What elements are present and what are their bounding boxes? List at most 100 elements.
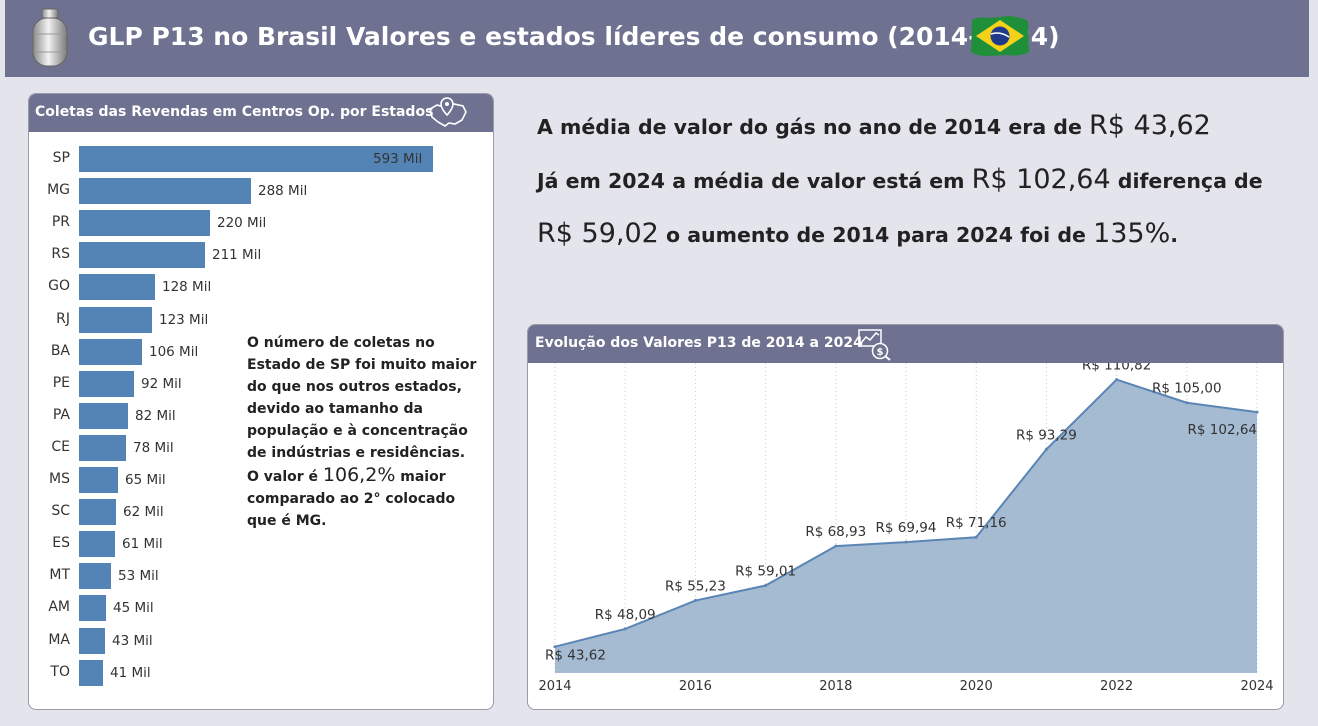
- bar-value-label: 65 Mil: [125, 472, 166, 488]
- bar-category-label: BA: [50, 342, 70, 359]
- bar-category-label: PR: [51, 214, 70, 231]
- bar-category-label: MS: [49, 471, 70, 487]
- x-tick-2014: 2014: [538, 679, 571, 694]
- bar-rj[interactable]: [79, 306, 152, 333]
- svg-text:$: $: [877, 347, 884, 358]
- summary-2014-value: R$ 43,62: [1089, 110, 1211, 141]
- summary-line-3-end: .: [1170, 223, 1179, 247]
- price-summary: A média de valor do gás no ano de 2014 e…: [537, 110, 1297, 272]
- bar-category-label: GO: [48, 278, 70, 295]
- summary-line-2-text: Já em 2024 a média de valor está em: [537, 169, 965, 193]
- bar-sc[interactable]: [79, 499, 116, 526]
- summary-difference-value: R$ 59,02: [537, 218, 659, 249]
- bar-am[interactable]: [79, 595, 106, 622]
- bar-value-label: 211 Mil: [212, 247, 262, 264]
- bar-value-label: 128 Mil: [162, 279, 212, 296]
- bar-row-es: ES 61 Mil: [29, 531, 493, 558]
- bar-row-am: AM 45 Mil: [29, 595, 493, 622]
- bar-category-label: RJ: [56, 310, 70, 327]
- bar-category-label: PA: [52, 406, 70, 423]
- summary-line-2-suffix: diferença de: [1117, 169, 1263, 193]
- sp-note-valor-value: 106,2%: [322, 464, 396, 486]
- summary-increase-pct: 135%: [1093, 218, 1171, 249]
- sp-note-valor-prefix: O valor é: [247, 469, 319, 485]
- price-evolution-header: Evolução dos Valores P13 de 2014 a 2024 …: [528, 325, 1283, 363]
- bar-value-label: 288 Mil: [258, 183, 308, 200]
- sp-note-text: O número de coletas no Estado de SP foi …: [247, 335, 477, 461]
- x-tick-2016: 2016: [679, 679, 712, 694]
- bar-value-label: 220 Mil: [217, 215, 267, 232]
- area-chart: R$ 43,62 R$ 48,09 R$ 55,23 R$ 59,01 R$ 68,93…: [538, 363, 1274, 694]
- bar-rs[interactable]: [79, 242, 205, 269]
- bar-value-label: 106 Mil: [149, 343, 199, 360]
- data-label-2019: R$ 69,94: [876, 520, 937, 536]
- data-point-2020: [974, 535, 978, 539]
- data-point-2024: [1255, 410, 1259, 414]
- bar-category-label: MG: [47, 182, 70, 199]
- data-point-2018: [834, 544, 838, 548]
- bar-row-rs: RS 211 Mil: [29, 242, 493, 269]
- data-point-2019: [904, 540, 908, 544]
- data-label-2023: R$ 105,00: [1152, 381, 1222, 397]
- data-label-2017: R$ 59,01: [735, 564, 796, 580]
- summary-2024-value: R$ 102,64: [971, 164, 1111, 195]
- bar-value-label: 45 Mil: [113, 600, 154, 617]
- bar-pa[interactable]: [79, 402, 128, 429]
- bar-ma[interactable]: [79, 627, 105, 654]
- bar-value-label: 43 Mil: [112, 632, 153, 649]
- x-tick-2018: 2018: [819, 679, 852, 694]
- page-header: GLP P13 no Brasil Valores e estados líde…: [5, 0, 1309, 77]
- price-evolution-title: Evolução dos Valores P13 de 2014 a 2024: [535, 335, 863, 351]
- bar-value-label: 53 Mil: [118, 568, 159, 585]
- bar-category-label: CE: [51, 438, 70, 455]
- bar-row-to: TO 41 Mil: [29, 659, 493, 686]
- bar-category-label: AM: [48, 599, 70, 616]
- bar-to[interactable]: [79, 659, 103, 686]
- data-point-2017: [764, 584, 768, 588]
- gas-cylinder-icon: [32, 8, 68, 67]
- bar-ms[interactable]: [79, 467, 118, 493]
- bar-value-label: 62 Mil: [123, 504, 164, 521]
- data-point-2016: [693, 599, 697, 603]
- bar-category-label: RS: [51, 246, 70, 263]
- summary-line-1-text: A média de valor do gás no ano de 2014 e…: [537, 115, 1082, 139]
- bar-pe[interactable]: [79, 370, 134, 397]
- bar-ba[interactable]: [79, 338, 142, 365]
- summary-line-1: A média de valor do gás no ano de 2014 e…: [537, 110, 1297, 164]
- x-tick-2024: 2024: [1240, 679, 1273, 694]
- data-label-2022: R$ 110,82: [1082, 363, 1152, 374]
- summary-line-2: Já em 2024 a média de valor está em R$ 1…: [537, 164, 1297, 218]
- bar-category-label: ES: [52, 535, 70, 552]
- x-tick-2022: 2022: [1100, 679, 1133, 694]
- bar-row-mt: MT 53 Mil: [29, 563, 493, 590]
- bar-category-label: MT: [49, 567, 70, 584]
- bar-ce[interactable]: [79, 434, 126, 461]
- bar-category-label: TO: [50, 663, 70, 680]
- bar-row-ma: MA 43 Mil: [29, 627, 493, 654]
- bar-value-label: 61 Mil: [122, 536, 163, 553]
- data-label-2021: R$ 93,29: [1016, 427, 1077, 443]
- summary-line-3-text: o aumento de 2014 para 2024 foi de: [665, 223, 1086, 247]
- bar-pr[interactable]: [79, 210, 210, 237]
- bar-mt[interactable]: [79, 563, 111, 590]
- data-point-2015: [623, 627, 627, 631]
- data-point-2023: [1185, 401, 1189, 405]
- data-label-2014: R$ 43,62: [545, 648, 606, 664]
- state-collections-header: Coletas das Revendas em Centros Op. por …: [29, 94, 493, 132]
- data-label-2016: R$ 55,23: [665, 579, 726, 595]
- bar-category-label: MA: [48, 631, 70, 648]
- bar-value-label: 41 Mil: [110, 664, 151, 681]
- data-label-2024: R$ 102,64: [1188, 422, 1258, 438]
- bar-value-label: 593 Mil: [373, 151, 423, 167]
- data-label-2020: R$ 71,16: [946, 515, 1007, 531]
- map-pin-icon: [429, 97, 467, 127]
- bar-go[interactable]: [79, 274, 155, 301]
- bar-es[interactable]: [79, 531, 115, 558]
- bar-value-label: 92 Mil: [141, 375, 182, 392]
- x-tick-2020: 2020: [960, 679, 993, 694]
- state-collections-panel: Coletas das Revendas em Centros Op. por …: [28, 93, 494, 710]
- bar-row-sp: SP 593 Mil: [29, 146, 493, 172]
- bar-mg[interactable]: [79, 178, 251, 205]
- data-label-2015: R$ 48,09: [595, 607, 656, 623]
- money-chart-icon: $: [858, 329, 891, 361]
